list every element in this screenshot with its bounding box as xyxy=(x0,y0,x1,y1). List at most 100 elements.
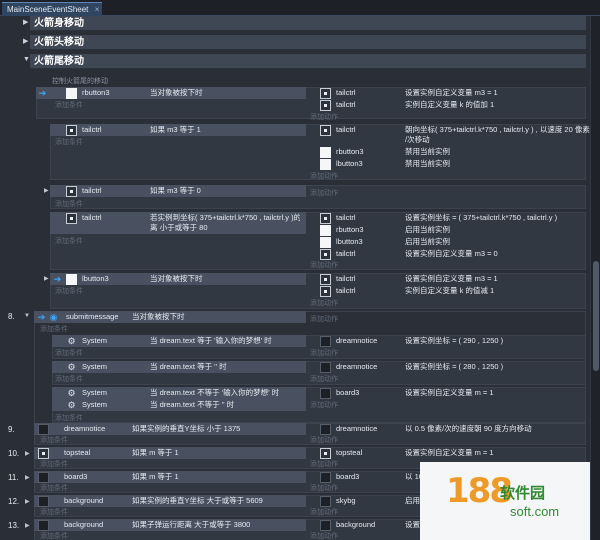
condition-text: 如果 m 等于 1 xyxy=(132,472,179,481)
add-condition-link[interactable]: 添加条件 xyxy=(55,286,83,296)
add-action-link[interactable]: 添加动作 xyxy=(310,260,338,270)
add-condition-link[interactable]: 添加条件 xyxy=(40,531,68,540)
close-icon[interactable]: × xyxy=(95,3,100,17)
add-action-link[interactable]: 添加动作 xyxy=(310,531,338,540)
text-object-icon xyxy=(320,362,331,373)
add-condition-link[interactable]: 添加条件 xyxy=(40,435,68,445)
expand-arrow-icon[interactable]: ▼ xyxy=(24,313,30,319)
add-action-link[interactable]: 添加动作 xyxy=(310,348,338,358)
sprite-white-icon xyxy=(320,159,331,170)
event-number: 11. xyxy=(8,473,19,482)
action-text[interactable]: 禁用当前实例 xyxy=(405,146,450,158)
sprite-icon xyxy=(320,125,331,136)
action-text[interactable]: 设置实例自定义变量 m3 = 1 xyxy=(405,87,498,99)
action-object: skybg xyxy=(336,496,356,505)
watermark-site: soft.com xyxy=(510,504,560,519)
action-object: tailctrl xyxy=(336,249,356,258)
add-condition-link[interactable]: 添加条件 xyxy=(55,137,83,147)
action-text[interactable]: 设置实例自定义变量 m = 1 xyxy=(405,387,494,399)
comment[interactable]: 控制火箭尾的移动 xyxy=(52,76,108,86)
action-text[interactable]: 设置实例自定义变量 m3 = 1 xyxy=(405,273,498,285)
action-object: tailctrl xyxy=(336,88,356,97)
action-text[interactable]: 设置实例自定义变量 m3 = 0 xyxy=(405,248,498,260)
add-condition-link[interactable]: 添加条件 xyxy=(55,348,83,358)
action-text[interactable]: 实例自定义变量 k 的值减 1 xyxy=(405,285,494,297)
condition-text: 当 dream.text 等于 '' 时 xyxy=(150,362,227,371)
sprite-icon xyxy=(66,213,77,224)
add-condition-link[interactable]: 添加条件 xyxy=(55,100,83,110)
group-header[interactable]: 火箭身移动 xyxy=(30,16,586,31)
add-condition-link[interactable]: 添加条件 xyxy=(55,374,83,384)
group-header[interactable]: 火箭头移动 xyxy=(30,35,586,50)
condition-text: 当对象被按下时 xyxy=(132,312,185,321)
add-condition-link[interactable]: 添加条件 xyxy=(40,507,68,517)
sprite-icon xyxy=(66,125,77,136)
action-text[interactable]: 以 0.5 像素/次的速度朝 90 度方向移动 xyxy=(405,423,532,435)
action-text[interactable]: 朝向坐标( 375+tailctrl.k*750 , tailctrl.y ) … xyxy=(405,124,590,136)
add-condition-link[interactable]: 添加条件 xyxy=(40,324,68,334)
action-text[interactable]: 启用当前实例 xyxy=(405,236,450,248)
add-condition-link[interactable]: 添加条件 xyxy=(40,483,68,493)
add-action-link[interactable]: 添加动作 xyxy=(310,400,338,410)
add-action-link[interactable]: 添加动作 xyxy=(310,298,338,308)
action-object: tailctrl xyxy=(336,100,356,109)
condition-object: tailctrl xyxy=(82,213,102,222)
sprite-dark-icon xyxy=(38,472,49,483)
condition-object: System xyxy=(82,388,108,397)
collapse-arrow-icon[interactable]: ▶ xyxy=(23,37,28,45)
expand-arrow-icon[interactable]: ▼ xyxy=(23,56,30,63)
add-action-link[interactable]: 添加动作 xyxy=(310,171,338,181)
add-action-link[interactable]: 添加动作 xyxy=(310,314,338,324)
vertical-scrollbar[interactable] xyxy=(590,16,600,540)
action-object: rbutton3 xyxy=(336,225,364,234)
collapse-arrow-icon[interactable]: ▶ xyxy=(44,275,49,282)
add-action-link[interactable]: 添加动作 xyxy=(310,459,338,469)
add-action-link[interactable]: 添加动作 xyxy=(310,112,338,122)
collapse-arrow-icon[interactable]: ▶ xyxy=(25,450,30,457)
action-text[interactable]: 启用当前实例 xyxy=(405,224,450,236)
condition-object: System xyxy=(82,362,108,371)
collapse-arrow-icon[interactable]: ▶ xyxy=(25,498,30,505)
action-object: lbutton3 xyxy=(336,159,363,168)
add-action-link[interactable]: 添加动作 xyxy=(310,483,338,493)
event-number: 8. xyxy=(8,312,15,321)
add-action-link[interactable]: 添加动作 xyxy=(310,507,338,517)
sprite-white-icon xyxy=(66,88,77,99)
add-condition-link[interactable]: 添加条件 xyxy=(55,199,83,209)
collapse-arrow-icon[interactable]: ▶ xyxy=(44,187,49,194)
action-object: dreamnotice xyxy=(336,424,378,433)
gear-icon: ⚙ xyxy=(67,400,76,410)
sprite-icon xyxy=(320,286,331,297)
collapse-arrow-icon[interactable]: ▶ xyxy=(23,18,28,26)
condition-text: 当 dream.text 不等于 '' 时 xyxy=(150,400,235,409)
action-text[interactable]: 禁用当前实例 xyxy=(405,158,450,170)
add-action-link[interactable]: 添加动作 xyxy=(310,188,338,198)
action-text[interactable]: 启用 xyxy=(405,495,420,507)
add-action-link[interactable]: 添加动作 xyxy=(310,374,338,384)
condition-object: dreamnotice xyxy=(64,424,106,433)
action-text[interactable]: 实例自定义变量 k 的值加 1 xyxy=(405,99,494,111)
add-condition-link[interactable]: 添加条件 xyxy=(40,459,68,469)
condition-object: System xyxy=(82,400,108,409)
action-text[interactable]: 设置实例坐标 = ( 290 , 1250 ) xyxy=(405,335,503,347)
sprite-icon xyxy=(320,213,331,224)
gear-icon: ⚙ xyxy=(67,362,76,372)
add-condition-link[interactable]: 添加条件 xyxy=(55,236,83,246)
action-object: board3 xyxy=(336,472,360,481)
action-text[interactable]: 设置实例自定义变量 m = 1 xyxy=(405,447,494,459)
action-text[interactable]: 设置实例坐标 = ( 375+tailctrl.k*750 , tailctrl… xyxy=(405,212,557,224)
condition-object: background xyxy=(64,496,104,505)
action-text[interactable]: 设置 xyxy=(405,519,420,531)
sprite-icon xyxy=(38,448,49,459)
add-condition-link[interactable]: 添加条件 xyxy=(55,413,83,423)
collapse-arrow-icon[interactable]: ▶ xyxy=(25,522,30,529)
tab-main-scene-event-sheet[interactable]: MainSceneEventSheet × xyxy=(2,2,103,17)
action-text[interactable]: 设置实例坐标 = ( 280 , 1250 ) xyxy=(405,361,503,373)
action-object: tailctrl xyxy=(336,125,356,134)
group-header[interactable]: 火箭尾移动 xyxy=(30,54,586,69)
collapse-arrow-icon[interactable]: ▶ xyxy=(25,474,30,481)
add-action-link[interactable]: 添加动作 xyxy=(310,435,338,445)
condition-text: 如果 m3 等于 0 xyxy=(150,186,201,195)
scrollbar-thumb[interactable] xyxy=(593,261,599,371)
action-object: background xyxy=(336,520,376,529)
